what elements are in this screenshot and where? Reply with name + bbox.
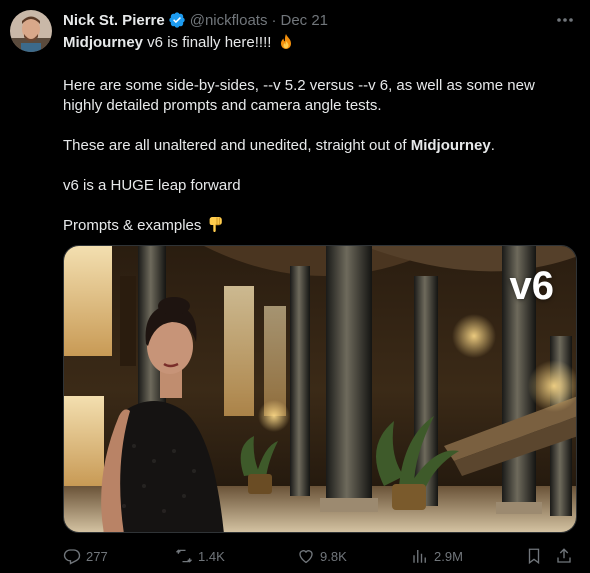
tweet-paragraph-3-end: .: [490, 137, 495, 154]
tweet-line-1-text: v6 is finally here!!!!: [143, 34, 276, 51]
midjourney-link-2[interactable]: Midjourney: [411, 137, 491, 154]
tweet-paragraph-2: Here are some side-by-sides, --v 5.2 ver…: [63, 77, 535, 114]
views-button[interactable]: 2.9M: [411, 546, 463, 566]
palace-hall-image: [64, 246, 576, 532]
pointing-down-emoji-icon: [208, 216, 224, 239]
avatar[interactable]: [10, 10, 52, 52]
view-count: 2.9M: [434, 548, 463, 564]
avatar-image: [10, 10, 52, 52]
more-dots-icon[interactable]: [554, 12, 576, 28]
fire-emoji-icon: [278, 33, 294, 56]
repost-count: 1.4K: [198, 548, 225, 564]
author-name[interactable]: Nick St. Pierre: [63, 12, 165, 29]
timestamp[interactable]: Dec 21: [280, 12, 328, 29]
like-count: 9.8K: [320, 548, 347, 564]
tweet-paragraph-3-text: These are all unaltered and unedited, st…: [63, 137, 411, 154]
bookmark-button[interactable]: [525, 546, 543, 566]
share-icon: [557, 548, 571, 563]
media-version-label: v6: [509, 264, 555, 308]
bookmark-icon: [528, 548, 540, 565]
author-handle[interactable]: @nickfloats: [190, 12, 268, 29]
reply-count: 277: [86, 548, 108, 564]
tweet-text: Midjourney v6 is finally here!!!! Here a…: [63, 33, 573, 239]
tweet-paragraph-5-text: Prompts & examples: [63, 217, 206, 234]
tweet-paragraph-5: Prompts & examples: [63, 216, 573, 239]
repost-button[interactable]: 1.4K: [175, 546, 225, 566]
views-chart-icon: [413, 550, 426, 563]
tweet-line-1: Midjourney v6 is finally here!!!!: [63, 33, 573, 56]
tweet-media-image[interactable]: v6: [63, 245, 577, 533]
like-button[interactable]: 9.8K: [297, 546, 347, 566]
tweet-paragraph-3: These are all unaltered and unedited, st…: [63, 136, 573, 156]
heart-icon: [299, 550, 313, 564]
separator-dot: ·: [271, 11, 277, 29]
tweet-header: Nick St. Pierre @nickfloats · Dec 21: [63, 10, 578, 30]
verified-badge-icon: [168, 11, 186, 29]
tweet-actions: 277 1.4K 9.8K 2.9M: [63, 546, 577, 566]
repost-icon: [176, 549, 192, 563]
midjourney-link[interactable]: Midjourney: [63, 34, 143, 51]
tweet-paragraph-4: v6 is a HUGE leap forward: [63, 177, 241, 194]
share-button[interactable]: [555, 546, 573, 566]
tweet: Nick St. Pierre @nickfloats · Dec 21 Mid…: [0, 0, 590, 573]
reply-button[interactable]: 277: [63, 546, 108, 566]
reply-icon: [63, 549, 81, 565]
